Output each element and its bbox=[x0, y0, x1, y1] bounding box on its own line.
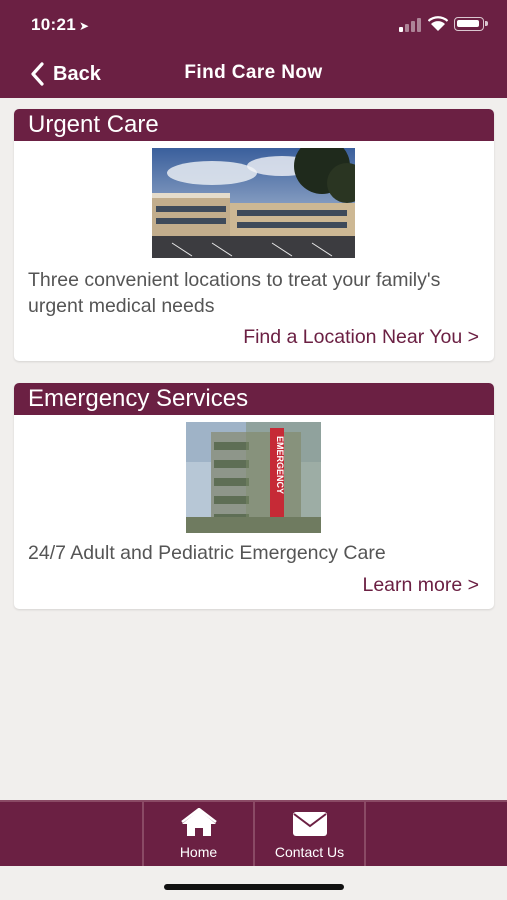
top-bar: 10:21 ➤ Back Find Care Now bbox=[0, 0, 507, 98]
urgent-care-title: Urgent Care bbox=[14, 109, 494, 141]
status-bar: 10:21 ➤ bbox=[0, 0, 507, 48]
battery-icon bbox=[454, 17, 488, 31]
urgent-care-description: Three convenient locations to treat your… bbox=[28, 269, 441, 317]
learn-more-link[interactable]: Learn more > bbox=[362, 574, 479, 597]
home-icon bbox=[180, 808, 217, 836]
cell-signal-icon bbox=[399, 18, 423, 32]
envelope-icon bbox=[292, 812, 327, 836]
home-indicator[interactable] bbox=[164, 884, 344, 890]
tab-contact-us-label: Contact Us bbox=[274, 844, 345, 860]
tab-divider bbox=[364, 802, 366, 866]
tab-home[interactable]: Home bbox=[142, 802, 253, 866]
status-time: 10:21 ➤ bbox=[31, 15, 90, 34]
location-arrow-icon: ➤ bbox=[78, 19, 90, 33]
urgent-care-building-image bbox=[152, 148, 355, 258]
emergency-services-description: 24/7 Adult and Pediatric Emergency Care bbox=[28, 542, 386, 564]
emergency-services-card[interactable]: Emergency Services EMERGENCY 24/7 Adult … bbox=[14, 383, 494, 609]
page-title: Find Care Now bbox=[184, 62, 323, 83]
urgent-care-card[interactable]: Urgent Care Three convenient locations t… bbox=[14, 109, 494, 361]
tab-home-label: Home bbox=[179, 844, 218, 860]
tab-contact-us[interactable]: Contact Us bbox=[253, 802, 364, 866]
emergency-services-title: Emergency Services bbox=[14, 383, 494, 415]
bottom-tab-bar: Home Contact Us bbox=[0, 800, 507, 866]
emergency-sign-text: EMERGENCY bbox=[275, 436, 285, 494]
wifi-icon bbox=[428, 16, 448, 31]
emergency-building-image: EMERGENCY bbox=[186, 422, 321, 533]
find-location-link[interactable]: Find a Location Near You > bbox=[243, 326, 479, 349]
